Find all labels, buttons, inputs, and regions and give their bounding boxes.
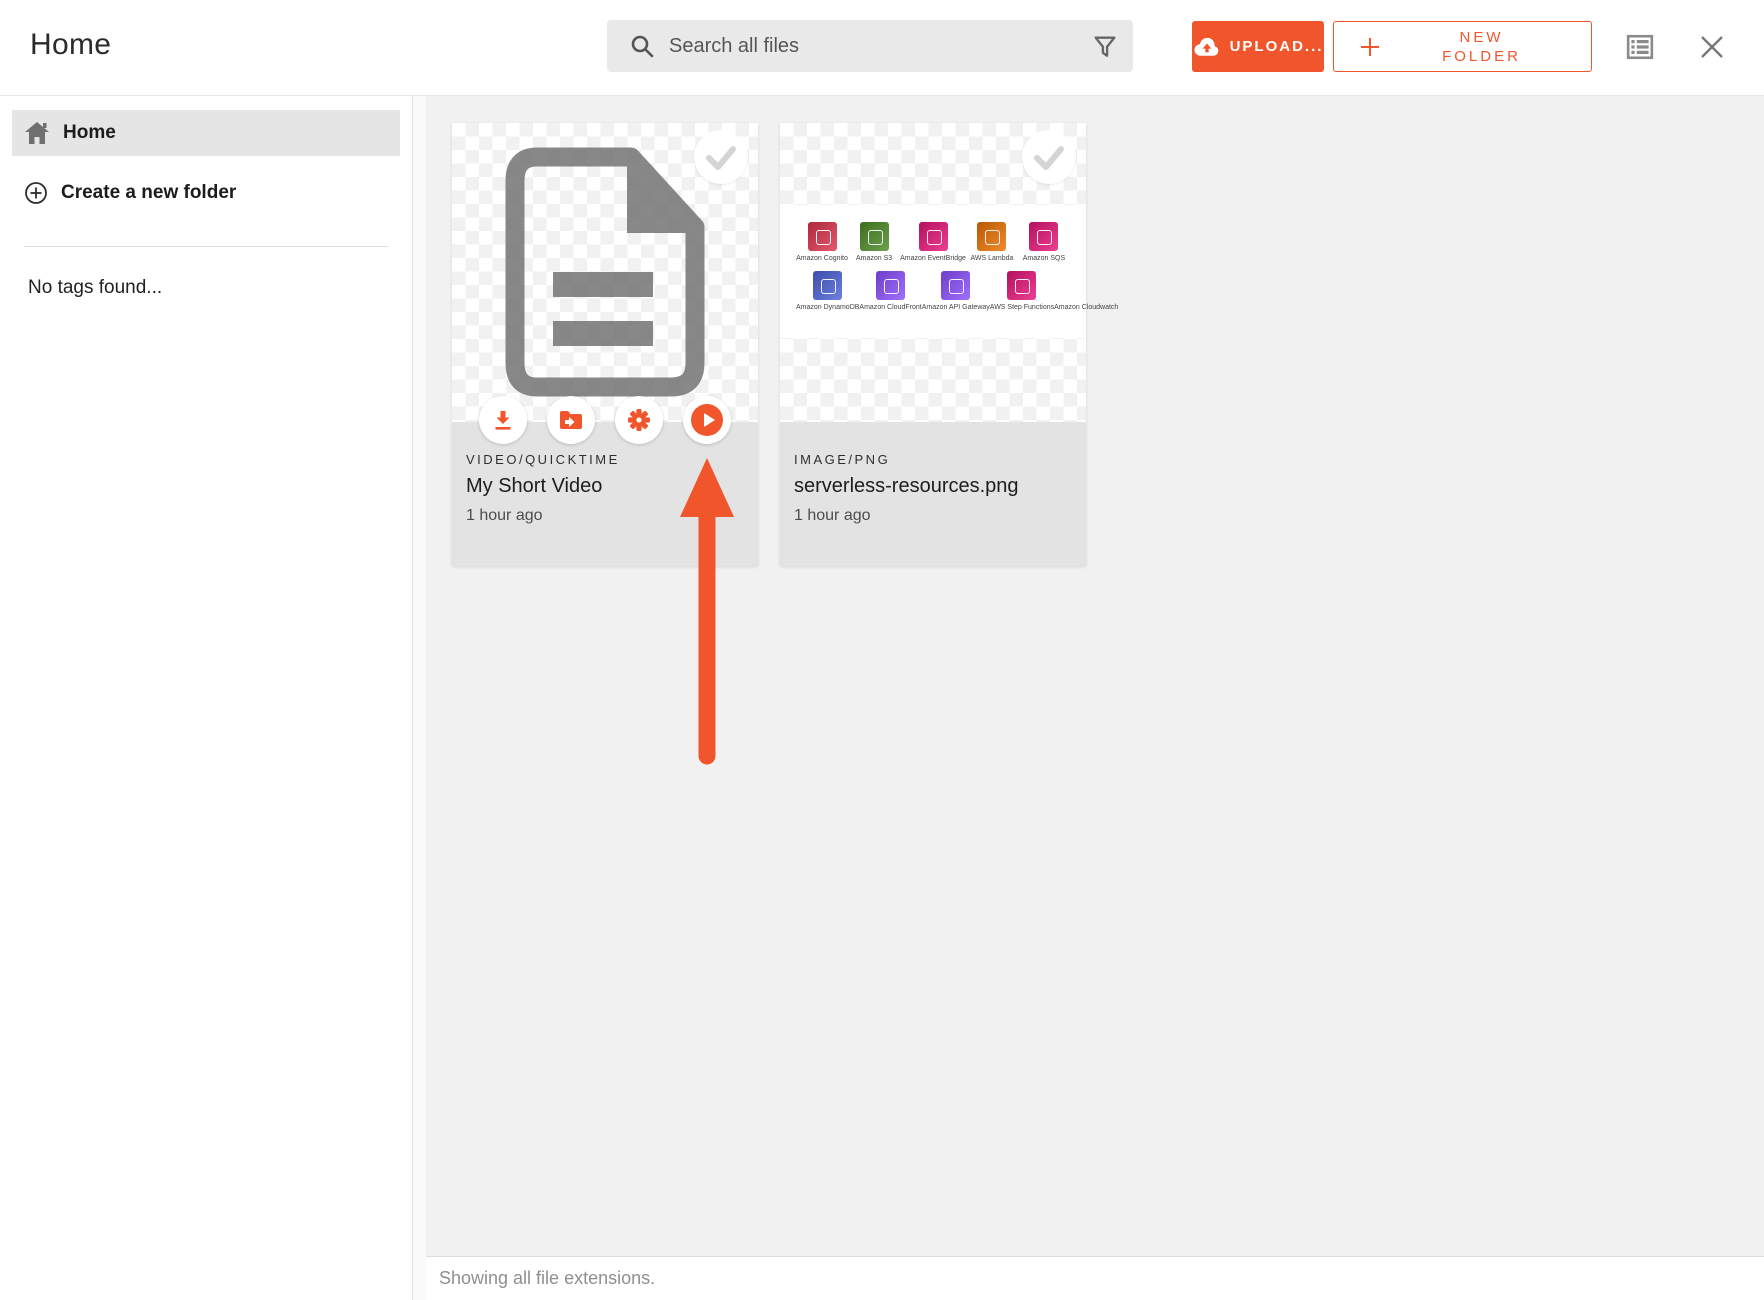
file-grid-area: VIDEO/QUICKTIME My Short Video 1 hour ag… xyxy=(426,96,1764,1256)
plus-circle-icon xyxy=(24,181,48,205)
sidebar-item-create-folder[interactable]: Create a new folder xyxy=(12,170,400,216)
search-icon xyxy=(629,33,655,59)
aws-service-label: Amazon S3 xyxy=(856,255,892,262)
move-to-folder-button[interactable] xyxy=(547,396,595,444)
search-bar xyxy=(607,20,1133,72)
aws-service-label: AWS Lambda xyxy=(970,255,1013,262)
aws-service: AWS Lambda xyxy=(966,222,1018,262)
aws-service-icon xyxy=(1029,222,1058,251)
play-button[interactable] xyxy=(683,396,731,444)
aws-service: Amazon API Gateway xyxy=(922,271,990,311)
download-icon xyxy=(491,408,515,432)
aws-service: Amazon CloudFront xyxy=(859,271,921,311)
sidebar-item-home[interactable]: Home xyxy=(12,110,400,156)
aws-service: Amazon Cloudwatch xyxy=(1054,271,1118,311)
upload-button-label: UPLOAD... xyxy=(1230,38,1324,55)
filter-button[interactable] xyxy=(1091,33,1119,61)
aws-service-label: Amazon Cloudwatch xyxy=(1054,304,1118,311)
file-modified-time: 1 hour ago xyxy=(466,507,744,525)
file-actions xyxy=(479,396,731,444)
file-browser-window: Home UPLOAD... NEW FOLDER xyxy=(0,0,1764,1300)
sidebar: Home Create a new folder No tags found..… xyxy=(0,96,413,1300)
folder-move-icon xyxy=(558,409,584,431)
settings-button[interactable] xyxy=(615,396,663,444)
file-name: serverless-resources.png xyxy=(794,475,1072,498)
body: Home Create a new folder No tags found..… xyxy=(0,96,1764,1300)
file-card-row: VIDEO/QUICKTIME My Short Video 1 hour ag… xyxy=(426,96,1764,566)
list-view-button[interactable] xyxy=(1626,33,1654,61)
aws-service-icon xyxy=(941,271,970,300)
close-icon xyxy=(1698,33,1726,61)
aws-service-icon xyxy=(919,222,948,251)
page-title: Home xyxy=(30,28,111,62)
aws-service: AWS Step Functions xyxy=(990,271,1054,311)
file-card-image[interactable]: Amazon Cognito Amazon S3 Amazon EventBridg… xyxy=(780,123,1086,566)
list-view-icon xyxy=(1626,33,1654,61)
check-icon xyxy=(1022,130,1076,184)
file-name: My Short Video xyxy=(466,475,744,498)
aws-service-label: Amazon DynamoDB xyxy=(796,304,859,311)
aws-service-label: Amazon EventBridge xyxy=(900,255,966,262)
aws-service: Amazon EventBridge xyxy=(900,222,966,262)
home-icon xyxy=(24,121,50,145)
aws-service-label: AWS Step Functions xyxy=(990,304,1054,311)
no-tags-message: No tags found... xyxy=(28,277,412,299)
aws-icon-grid: Amazon Cognito Amazon S3 Amazon EventBridg… xyxy=(780,205,1086,338)
aws-service-icon xyxy=(977,222,1006,251)
aws-service-icon xyxy=(876,271,905,300)
sidebar-item-label: Create a new folder xyxy=(61,182,236,204)
sidebar-item-label: Home xyxy=(63,122,116,144)
document-file-icon xyxy=(505,147,705,402)
aws-service-icon xyxy=(1007,271,1036,300)
aws-service-label: Amazon API Gateway xyxy=(922,304,990,311)
select-check-badge[interactable] xyxy=(694,130,748,184)
aws-service: Amazon SQS xyxy=(1018,222,1070,262)
aws-service-label: Amazon CloudFront xyxy=(859,304,921,311)
filter-funnel-icon xyxy=(1091,33,1119,61)
sidebar-divider xyxy=(24,246,388,247)
aws-icon-row: Amazon Cognito Amazon S3 Amazon EventBridg… xyxy=(796,222,1070,262)
aws-service: Amazon Cognito xyxy=(796,222,848,262)
aws-service-icon xyxy=(1072,271,1101,300)
aws-service: Amazon S3 xyxy=(848,222,900,262)
aws-service-icon xyxy=(813,271,842,300)
sidebar-gutter xyxy=(413,96,426,1300)
file-card-video[interactable]: VIDEO/QUICKTIME My Short Video 1 hour ag… xyxy=(452,123,758,566)
aws-icon-row: Amazon DynamoDBAmazon CloudFrontAmazon A… xyxy=(796,271,1070,311)
cloud-upload-icon xyxy=(1193,35,1221,59)
aws-service-label: Amazon SQS xyxy=(1023,255,1065,262)
status-bar: Showing all file extensions. xyxy=(426,1256,1764,1300)
aws-service-icon xyxy=(860,222,889,251)
new-folder-button[interactable]: NEW FOLDER xyxy=(1333,21,1592,72)
file-modified-time: 1 hour ago xyxy=(794,507,1072,525)
close-button[interactable] xyxy=(1698,33,1726,61)
search-input[interactable] xyxy=(669,35,1133,58)
plus-icon xyxy=(1358,35,1382,59)
file-type-label: IMAGE/PNG xyxy=(794,452,1072,467)
aws-service-label: Amazon Cognito xyxy=(796,255,848,262)
content: VIDEO/QUICKTIME My Short Video 1 hour ag… xyxy=(426,96,1764,1300)
new-folder-button-label: NEW FOLDER xyxy=(1382,28,1591,66)
select-check-badge[interactable] xyxy=(1022,130,1076,184)
header: Home UPLOAD... NEW FOLDER xyxy=(0,0,1764,96)
video-thumbnail xyxy=(452,123,758,422)
upload-button[interactable]: UPLOAD... xyxy=(1192,21,1324,72)
file-type-label: VIDEO/QUICKTIME xyxy=(466,452,744,467)
file-meta: IMAGE/PNG serverless-resources.png 1 hou… xyxy=(780,422,1086,566)
check-icon xyxy=(694,130,748,184)
image-thumbnail: Amazon Cognito Amazon S3 Amazon EventBridg… xyxy=(780,123,1086,422)
play-icon xyxy=(691,404,723,436)
aws-service: Amazon DynamoDB xyxy=(796,271,859,311)
aws-service-icon xyxy=(808,222,837,251)
status-bar-text: Showing all file extensions. xyxy=(439,1268,655,1289)
download-button[interactable] xyxy=(479,396,527,444)
gear-icon xyxy=(627,408,651,432)
